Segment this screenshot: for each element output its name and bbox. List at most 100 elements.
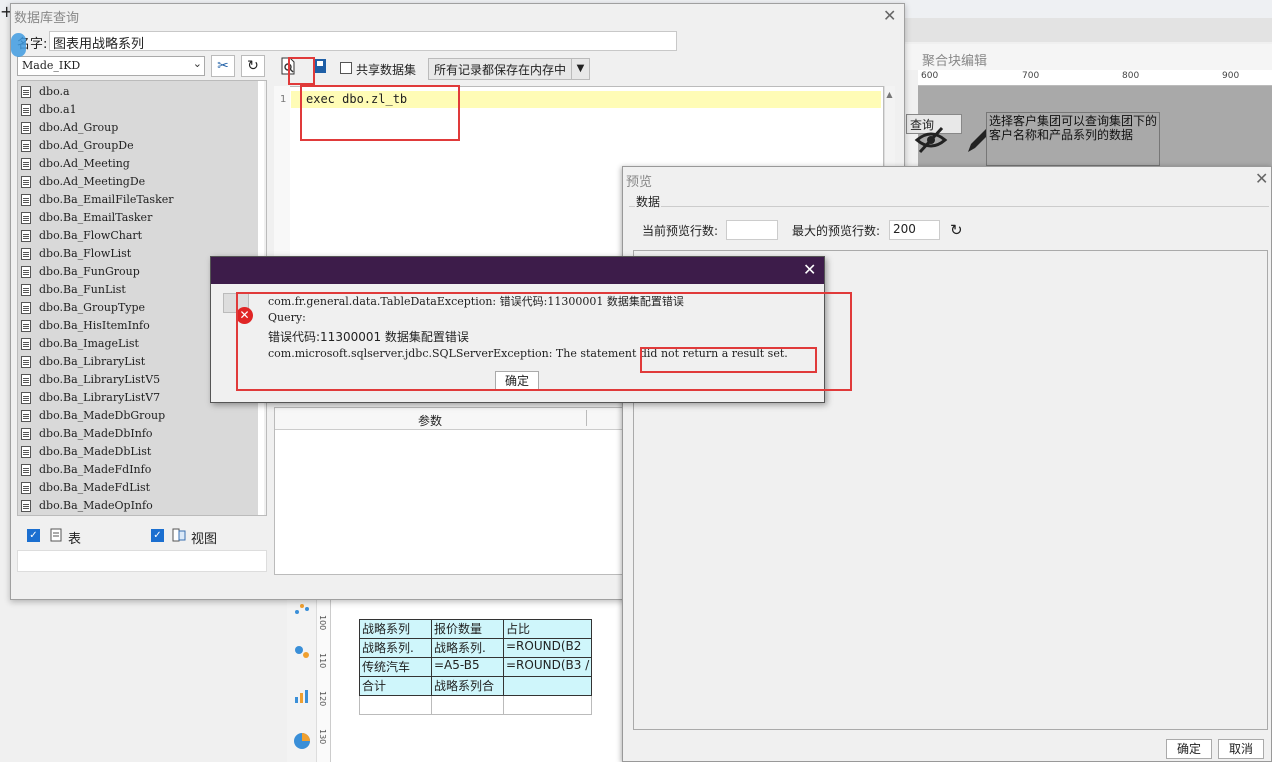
table-name: dbo.Ad_GroupDe bbox=[39, 139, 134, 152]
report-grid: 战略系列 报价数量 占比 战略系列. 战略系列. =ROUND(B2 传统汽车 … bbox=[359, 619, 593, 715]
refresh-icon[interactable]: ↻ bbox=[950, 221, 963, 239]
dialog-title: 预览 bbox=[626, 175, 653, 190]
table-name: dbo.Ad_Meeting bbox=[39, 157, 130, 170]
table-icon bbox=[21, 410, 31, 422]
refresh-button[interactable]: ↻ bbox=[241, 55, 265, 77]
list-item[interactable]: dbo.Ba_FlowChart bbox=[18, 227, 258, 245]
table-icon bbox=[21, 140, 31, 152]
table-name: dbo.Ba_MadeDbList bbox=[39, 445, 152, 458]
table-name: dbo.Ad_MeetingDe bbox=[39, 175, 146, 188]
ok-button[interactable]: 确定 bbox=[1166, 739, 1212, 759]
report-cell[interactable]: 合计 bbox=[359, 676, 432, 696]
table-icon bbox=[21, 446, 31, 458]
list-item[interactable]: dbo.Ad_GroupDe bbox=[18, 137, 258, 155]
table-icon bbox=[21, 464, 31, 476]
show-views-checkbox[interactable]: ✓ bbox=[151, 529, 164, 542]
table-row: 合计 战略系列合 bbox=[359, 676, 593, 696]
scrollbar-thumb[interactable] bbox=[266, 83, 267, 113]
table-icon bbox=[21, 122, 31, 134]
report-cell[interactable]: 战略系列. bbox=[431, 638, 504, 658]
table-name: dbo.Ba_MadeDbGroup bbox=[39, 409, 166, 422]
report-cell[interactable]: 占比 bbox=[502, 619, 593, 639]
ruler-tick: 600 bbox=[921, 71, 939, 81]
ruler-tick: 900 bbox=[1222, 71, 1240, 81]
list-item[interactable]: dbo.a bbox=[18, 83, 258, 101]
highlight-box bbox=[236, 292, 852, 391]
memory-mode-select[interactable]: 所有记录都保存在内存中 ▼ bbox=[428, 58, 590, 80]
report-cell[interactable] bbox=[431, 695, 504, 715]
chart-widget-toolbar bbox=[287, 598, 317, 762]
report-cell[interactable]: 传统汽车 bbox=[359, 657, 432, 677]
close-icon[interactable]: ✕ bbox=[803, 260, 816, 279]
view-icon bbox=[172, 528, 186, 542]
share-dataset-checkbox[interactable] bbox=[340, 62, 352, 74]
table-icon bbox=[21, 392, 31, 404]
report-cell[interactable] bbox=[502, 676, 593, 696]
report-cell[interactable]: =ROUND(B2 bbox=[502, 638, 593, 658]
bookmark-icon bbox=[314, 59, 326, 73]
list-item[interactable]: dbo.Ba_MadeDbInfo bbox=[18, 425, 258, 443]
list-item[interactable]: dbo.Ba_MadeFdList bbox=[18, 479, 258, 497]
report-cell[interactable]: =ROUND(B3 / bbox=[502, 657, 593, 677]
column-divider[interactable] bbox=[586, 410, 587, 426]
table-icon bbox=[21, 374, 31, 386]
list-item[interactable]: dbo.Ba_MadeFdInfo bbox=[18, 461, 258, 479]
parameter-table-header bbox=[275, 408, 633, 430]
list-item[interactable]: dbo.a1 bbox=[18, 101, 258, 119]
close-icon[interactable]: ✕ bbox=[1255, 169, 1268, 188]
list-item[interactable]: dbo.Ba_EmailTasker bbox=[18, 209, 258, 227]
hidden-eye-icon[interactable] bbox=[914, 124, 948, 154]
list-item[interactable]: dbo.Ba_MadeDbList bbox=[18, 443, 258, 461]
vruler-tick: 120 bbox=[318, 691, 327, 707]
report-cell[interactable]: 战略系列 bbox=[359, 619, 432, 639]
report-cell[interactable]: 报价数量 bbox=[431, 619, 504, 639]
pie-chart-icon[interactable] bbox=[293, 732, 311, 750]
datasource-select[interactable]: Made_IKD ⌄ bbox=[17, 56, 205, 76]
bar-chart-icon[interactable] bbox=[293, 688, 311, 704]
table-name: dbo.Ba_MadeFdList bbox=[39, 481, 151, 494]
cancel-button[interactable]: 取消 bbox=[1218, 739, 1264, 759]
table-filter-input[interactable] bbox=[17, 550, 267, 572]
highlight-box bbox=[288, 57, 315, 85]
share-dataset-label: 共享数据集 bbox=[356, 63, 417, 77]
table-icon bbox=[21, 266, 31, 278]
bubble-chart-icon[interactable] bbox=[293, 644, 311, 660]
table-name: dbo.Ba_LibraryListV5 bbox=[39, 373, 161, 386]
list-item[interactable]: dbo.Ba_MadeOpInfo bbox=[18, 497, 258, 515]
report-cell[interactable]: =A5-B5 bbox=[431, 657, 504, 677]
scatter-chart-icon[interactable] bbox=[293, 600, 311, 616]
table-name: dbo.Ba_MadeOpInfo bbox=[39, 499, 153, 512]
aggregate-block-header: 聚合块编辑 bbox=[905, 44, 1272, 70]
list-item[interactable]: dbo.Ad_MeetingDe bbox=[18, 173, 258, 191]
current-rows-input[interactable] bbox=[726, 220, 778, 240]
data-group-title: 数据 bbox=[635, 193, 662, 210]
table-icon bbox=[21, 284, 31, 296]
table-icon bbox=[21, 338, 31, 350]
dataset-name-input[interactable]: 图表用战略系列 bbox=[49, 31, 677, 52]
table-icon bbox=[21, 428, 31, 440]
close-icon[interactable]: ✕ bbox=[883, 6, 896, 25]
table-icon bbox=[21, 194, 31, 206]
list-item[interactable]: dbo.Ad_Group bbox=[18, 119, 258, 137]
report-cell[interactable]: 战略系列合 bbox=[431, 676, 504, 696]
report-cell[interactable]: 战略系列. bbox=[359, 638, 432, 658]
max-rows-input[interactable]: 200 bbox=[889, 220, 940, 240]
max-rows-label: 最大的预览行数: bbox=[792, 224, 881, 238]
table-icon bbox=[50, 528, 62, 542]
report-cell[interactable] bbox=[502, 695, 593, 715]
list-item[interactable]: dbo.Ba_EmailFileTasker bbox=[18, 191, 258, 209]
report-cell[interactable] bbox=[359, 695, 432, 715]
vruler-tick: 130 bbox=[318, 729, 327, 745]
show-tables-checkbox[interactable]: ✓ bbox=[27, 529, 40, 542]
table-name: dbo.Ba_MadeFdInfo bbox=[39, 463, 152, 476]
table-icon bbox=[21, 302, 31, 314]
list-item[interactable]: dbo.Ba_MadeDbGroup bbox=[18, 407, 258, 425]
table-name: dbo.Ba_GroupType bbox=[39, 301, 146, 314]
table-name: dbo.Ba_FunGroup bbox=[39, 265, 140, 278]
ruler-tick: 800 bbox=[1122, 71, 1140, 81]
connection-settings-button[interactable]: ✂ bbox=[211, 55, 235, 77]
parameter-column-header: 参数 bbox=[418, 414, 443, 428]
scroll-up-icon[interactable]: ▲ bbox=[884, 90, 895, 106]
table-name: dbo.Ba_LibraryList bbox=[39, 355, 146, 368]
list-item[interactable]: dbo.Ad_Meeting bbox=[18, 155, 258, 173]
